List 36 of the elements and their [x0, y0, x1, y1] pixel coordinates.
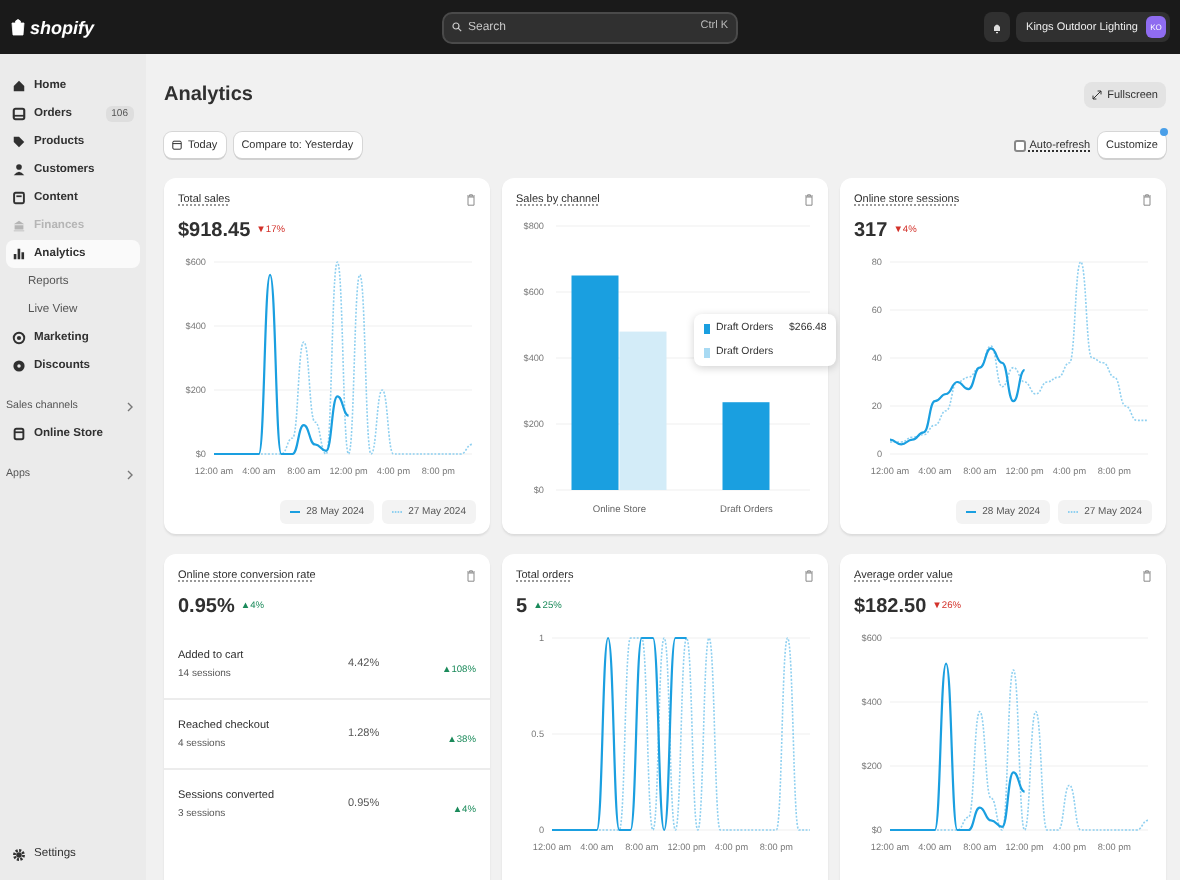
trash-icon[interactable]: [1142, 194, 1152, 206]
chevron-icon[interactable]: [126, 401, 134, 411]
storefront-icon: [12, 426, 26, 442]
badge-icon: [12, 358, 26, 374]
metric-value: 317: [854, 220, 888, 242]
checkbox[interactable]: [1013, 139, 1026, 151]
gear-icon: [12, 847, 26, 861]
trash-icon[interactable]: [804, 194, 814, 206]
metric-value: $918.45: [178, 220, 251, 242]
shopping-bag-icon: [10, 18, 26, 36]
bar-chart-icon: [12, 246, 26, 262]
notifications-button[interactable]: [984, 12, 1011, 42]
person-icon: [12, 162, 26, 178]
page-title: Analytics: [164, 84, 253, 106]
trash-icon[interactable]: [466, 570, 476, 582]
tag-icon: [12, 134, 26, 150]
logo-text: shopify: [30, 17, 95, 37]
metric-value: $182.50: [854, 596, 927, 618]
target-icon: [12, 330, 26, 346]
metric-value: 5: [516, 596, 528, 618]
document-icon: [12, 190, 26, 206]
expand-icon: [1091, 90, 1102, 100]
solid-line-icon: [966, 510, 977, 514]
metric-value: 0.95%: [178, 596, 235, 618]
bank-icon: [12, 218, 26, 234]
chevron-icon[interactable]: [126, 469, 134, 479]
house-icon: [12, 78, 26, 94]
tray-icon: [12, 106, 26, 122]
trash-icon[interactable]: [1142, 570, 1152, 582]
dotted-line-icon: [1068, 510, 1079, 514]
solid-line-icon: [290, 510, 301, 514]
trash-icon[interactable]: [466, 194, 476, 206]
calendar-icon: [172, 140, 182, 150]
dotted-line-icon: [392, 510, 403, 514]
trash-icon[interactable]: [804, 570, 814, 582]
bell-icon: [992, 21, 1003, 33]
